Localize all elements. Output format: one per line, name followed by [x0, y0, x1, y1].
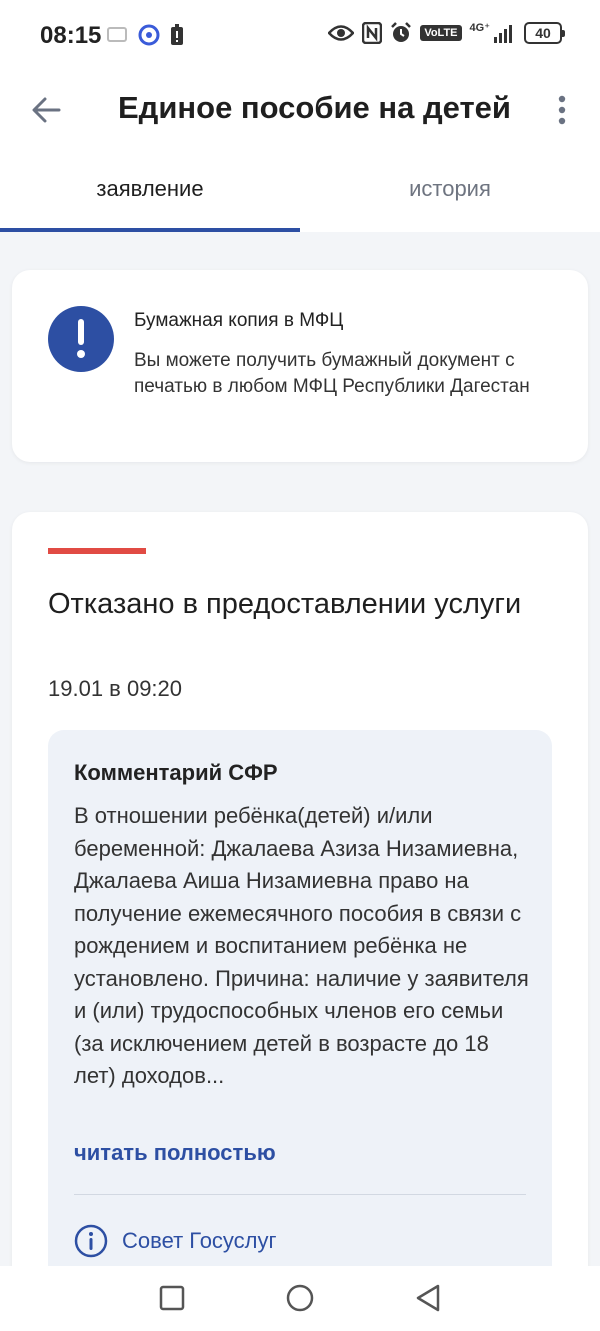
status-right-icons: VoLTE 4G⁺ 40 — [328, 21, 565, 44]
system-nav-bar — [0, 1266, 600, 1331]
info-icon — [74, 1224, 108, 1258]
comment-box: Комментарий СФР В отношении ребёнка(дете… — [48, 730, 552, 1330]
mfc-info-card: Бумажная копия в МФЦ Вы можете получить … — [12, 270, 588, 462]
status-time: 08:15 — [40, 22, 102, 49]
battery-alert-icon — [170, 24, 184, 46]
back-nav-button[interactable] — [412, 1282, 444, 1314]
recents-button[interactable] — [156, 1282, 188, 1314]
volte-badge: VoLTE — [420, 25, 462, 41]
messenger-icon — [138, 24, 160, 46]
advice-label: Совет Госуслуг — [122, 1228, 277, 1253]
alarm-icon — [390, 22, 412, 44]
status-date: 19.01 в 09:20 — [48, 676, 183, 701]
info-title: Бумажная копия в МФЦ — [134, 310, 344, 331]
signal-icon — [494, 23, 516, 43]
square-icon — [159, 1285, 185, 1311]
advice-link[interactable]: Совет Госуслуг — [74, 1224, 277, 1258]
back-button[interactable] — [28, 92, 64, 128]
page-title: Единое пособие на детей — [118, 90, 511, 125]
triangle-back-icon — [416, 1284, 440, 1312]
home-button[interactable] — [284, 1282, 316, 1314]
nfc-icon — [362, 22, 383, 44]
more-menu-button[interactable] — [546, 92, 578, 128]
battery-indicator: 40 — [524, 22, 565, 44]
tab-bar: заявление история — [0, 152, 600, 232]
application-status-card: Отказано в предоставлении услуги 19.01 в… — [12, 512, 588, 1330]
exclamation-icon — [48, 306, 114, 372]
tab-history[interactable]: история — [300, 152, 600, 232]
arrow-left-icon — [32, 97, 61, 123]
status-bar: 08:15 VoLTE 4G⁺ 40 — [0, 0, 600, 72]
comment-title: Комментарий СФР — [74, 760, 278, 785]
tab-application[interactable]: заявление — [0, 152, 300, 232]
cast-icon — [106, 26, 128, 44]
comment-text: В отношении ребёнка(детей) и/или беремен… — [74, 803, 529, 1088]
info-text: Вы можете получить бумажный документ с п… — [134, 350, 530, 397]
network-type: 4G⁺ — [469, 21, 490, 34]
divider — [74, 1194, 526, 1195]
app-bar: Единое пособие на детей — [0, 72, 600, 152]
more-vertical-icon — [558, 95, 566, 125]
read-more-link[interactable]: читать полностью — [74, 1140, 276, 1166]
eye-icon — [328, 24, 355, 42]
status-stripe — [48, 548, 146, 554]
status-heading: Отказано в предоставлении услуги — [48, 588, 522, 620]
circle-icon — [286, 1284, 314, 1312]
status-left-icons — [106, 24, 184, 46]
